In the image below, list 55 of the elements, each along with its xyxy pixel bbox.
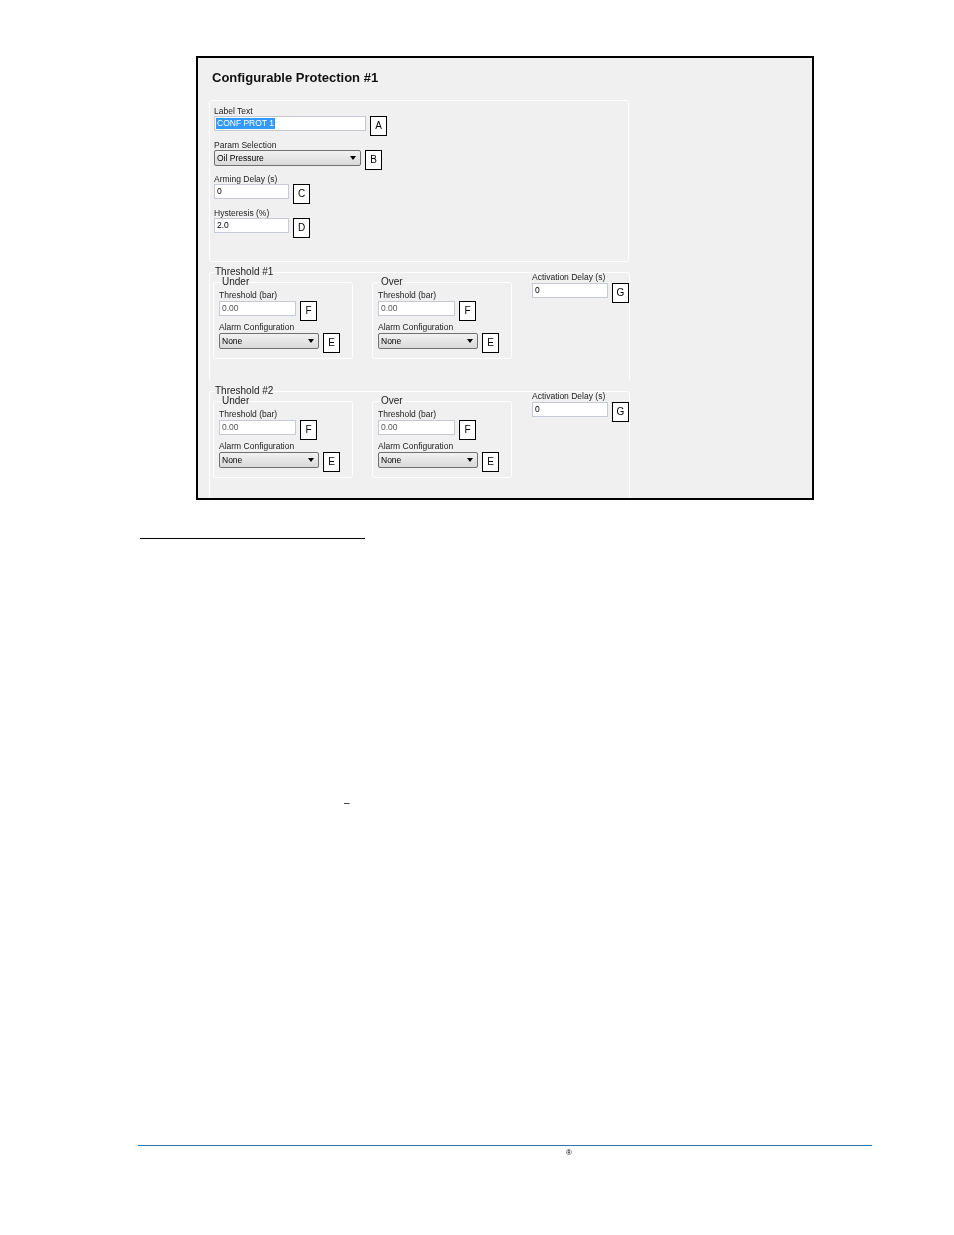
field-label: Threshold (bar) <box>219 409 279 420</box>
input-field[interactable]: 0 <box>532 402 608 417</box>
callout-letter: G <box>612 283 629 303</box>
callout-letter: C <box>293 184 310 204</box>
callout-letter: F <box>459 420 476 440</box>
callout-letter: F <box>459 301 476 321</box>
callout-letter: F <box>300 420 317 440</box>
caret-icon <box>467 458 473 462</box>
field-label: Alarm Configuration <box>378 322 455 333</box>
dropdown[interactable]: None <box>378 333 478 349</box>
caret-icon <box>350 156 356 160</box>
callout-letter: B <box>365 150 382 170</box>
field-label: Threshold (bar) <box>378 409 438 420</box>
callout-letter: E <box>323 452 340 472</box>
field-label: Label Text <box>214 106 254 117</box>
callout-letter: E <box>482 333 499 353</box>
dropdown[interactable]: Oil Pressure <box>214 150 361 166</box>
callout-letter: F <box>300 301 317 321</box>
caret-icon <box>308 339 314 343</box>
field-label: Activation Delay (s) <box>532 272 607 283</box>
input-field[interactable]: 0 <box>214 184 289 199</box>
field-label: Alarm Configuration <box>219 441 296 452</box>
callout-letter: D <box>293 218 310 238</box>
group-title: Over <box>381 395 403 407</box>
panel-title: Configurable Protection #1 <box>212 70 380 86</box>
dropdown[interactable]: None <box>219 333 319 349</box>
caret-icon <box>308 458 314 462</box>
registered-mark: ® <box>566 1148 572 1158</box>
input-field[interactable]: 0.00 <box>219 301 296 316</box>
field-label: Alarm Configuration <box>378 441 455 452</box>
callout-letter: A <box>370 116 387 136</box>
callout-letter: E <box>323 333 340 353</box>
callout-letter: G <box>612 402 629 422</box>
group-title: Under <box>222 395 250 407</box>
group-title: Under <box>222 276 250 288</box>
input-field[interactable]: 0 <box>532 283 608 298</box>
input-field[interactable]: 0.00 <box>219 420 296 435</box>
field-label: Param Selection <box>214 140 278 151</box>
field-label: Hysteresis (%) <box>214 208 271 219</box>
dropdown[interactable]: None <box>219 452 319 468</box>
input-field[interactable]: 0.00 <box>378 420 455 435</box>
input-field[interactable]: 2.0 <box>214 218 289 233</box>
caret-icon <box>467 339 473 343</box>
group-title: Over <box>381 276 403 288</box>
callout-letter: E <box>482 452 499 472</box>
field-label: Threshold (bar) <box>378 290 438 301</box>
group-title: Threshold #2 <box>215 385 274 396</box>
dropdown[interactable]: None <box>378 452 478 468</box>
group-title: Threshold #1 <box>215 266 274 277</box>
input-field[interactable]: 0.00 <box>378 301 455 316</box>
field-label: Threshold (bar) <box>219 290 279 301</box>
field-label: Alarm Configuration <box>219 322 296 333</box>
field-label: Arming Delay (s) <box>214 174 279 185</box>
dash-mark: – <box>344 797 350 809</box>
field-label: Activation Delay (s) <box>532 391 607 402</box>
